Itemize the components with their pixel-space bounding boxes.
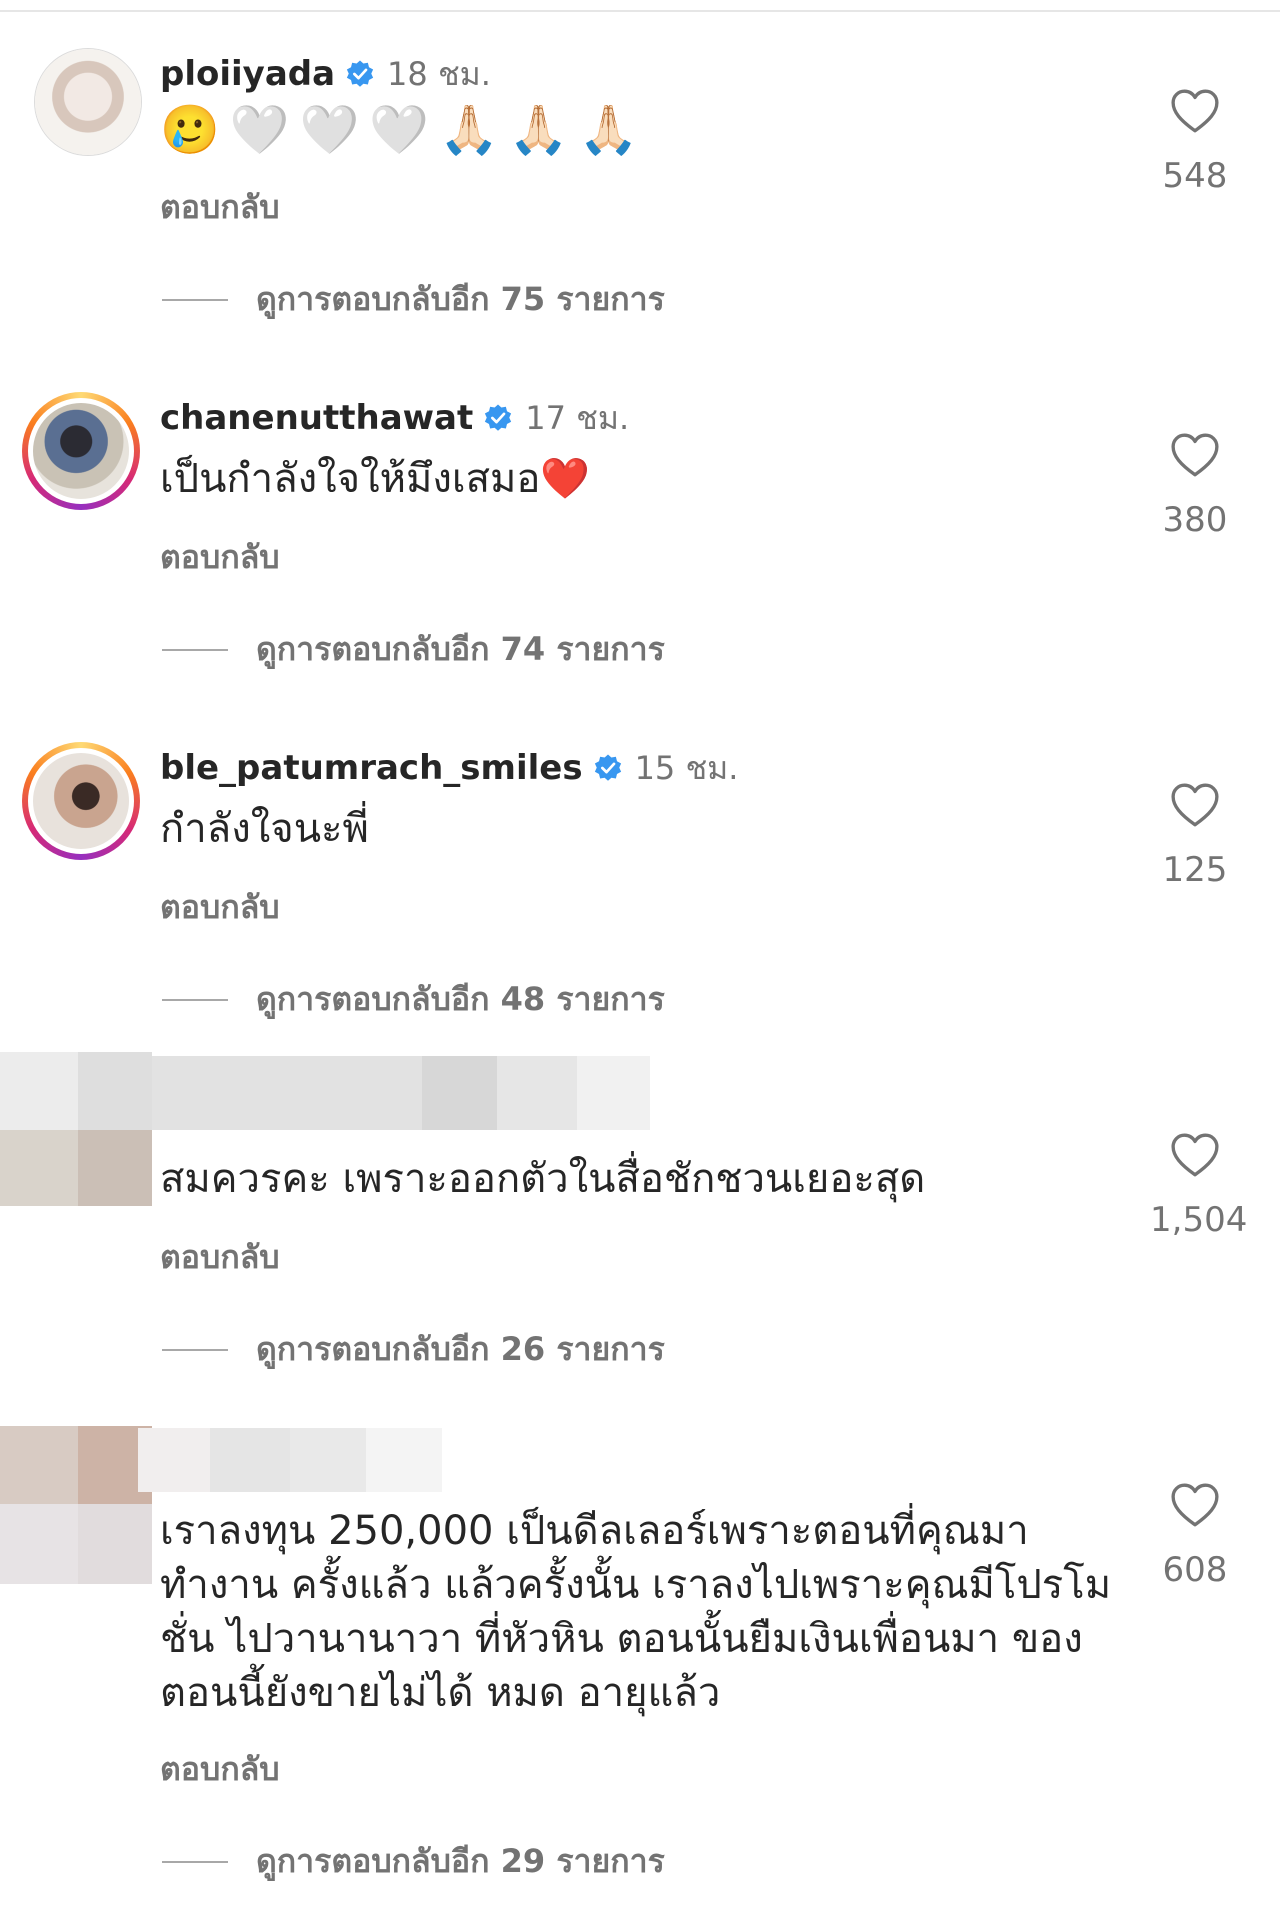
replies-divider: [162, 648, 228, 651]
replies-divider: [162, 1348, 228, 1351]
like-button[interactable]: 380: [1150, 432, 1240, 540]
verified-badge-icon: [485, 404, 512, 431]
like-button[interactable]: 1,504: [1150, 1132, 1248, 1240]
reply-button[interactable]: ตอบกลับ: [160, 1744, 280, 1795]
reply-button[interactable]: ตอบกลับ: [160, 182, 280, 233]
like-count: 125: [1162, 850, 1228, 890]
comment-time: 18 ชม.: [387, 54, 491, 93]
comment-time: 15 ชม.: [634, 748, 739, 787]
replies-divider: [162, 298, 228, 301]
verified-badge-icon: [346, 60, 374, 87]
view-more-replies[interactable]: ดูการตอบกลับอีก 48 รายการ: [162, 974, 665, 1025]
like-button[interactable]: 608: [1150, 1482, 1240, 1590]
view-replies-label: ดูการตอบกลับอีก 29 รายการ: [256, 1842, 665, 1880]
white-heart-emoji: 🤍: [299, 102, 360, 158]
avatar[interactable]: [34, 48, 142, 156]
praying-hands-emoji: 🙏🏻: [439, 102, 499, 158]
replies-divider: [162, 998, 228, 1001]
like-button[interactable]: 125: [1150, 782, 1240, 890]
like-count: 1,504: [1150, 1200, 1248, 1240]
comment-time: 17 ชม.: [525, 398, 630, 437]
view-replies-label: ดูการตอบกลับอีก 74 รายการ: [256, 630, 665, 668]
heart-outline-icon: [1171, 89, 1219, 133]
like-button[interactable]: 548: [1150, 88, 1240, 196]
heart-outline-icon: [1171, 1483, 1219, 1527]
comment-text-line: เราลงทุน 250,000 เป็นดีลเลอร์เพราะตอนที่…: [160, 1508, 1029, 1554]
praying-hands-emoji: 🙏🏻: [578, 102, 639, 158]
replies-divider: [162, 1860, 228, 1863]
view-replies-label: ดูการตอบกลับอีก 26 รายการ: [256, 1330, 665, 1368]
praying-hands-emoji: 🙏🏻: [508, 102, 569, 158]
username[interactable]: ble_patumrach_smiles: [160, 748, 583, 788]
heart-outline-icon: [1171, 1133, 1219, 1177]
view-replies-label: ดูการตอบกลับอีก 75 รายการ: [256, 280, 665, 318]
white-heart-emoji: 🤍: [369, 102, 430, 158]
view-more-replies[interactable]: ดูการตอบกลับอีก 26 รายการ: [162, 1324, 665, 1375]
avatar-story-ring[interactable]: [22, 742, 140, 860]
comment-text-line: ตอนนี้ยังขายไม่ได้ หมด อายุแล้ว: [160, 1670, 721, 1716]
comment-text: กำลังใจนะพี่: [160, 806, 369, 852]
reply-button[interactable]: ตอบกลับ: [160, 882, 280, 933]
avatar-story-ring[interactable]: [22, 392, 140, 510]
heart-outline-icon: [1171, 433, 1219, 477]
view-more-replies[interactable]: ดูการตอบกลับอีก 74 รายการ: [162, 624, 665, 675]
sad-smile-emoji: 🥲: [160, 102, 220, 158]
comment-emojis: 🥲 🤍 🤍 🤍 🙏🏻 🙏🏻 🙏🏻: [160, 102, 638, 158]
comment-text-line: ทำงาน ครั้งแล้ว แล้วครั้งนั้น เราลงไปเพร…: [160, 1562, 1112, 1608]
view-replies-label: ดูการตอบกลับอีก 48 รายการ: [256, 980, 665, 1018]
like-count: 380: [1162, 500, 1228, 540]
username[interactable]: chanenutthawat: [160, 398, 473, 438]
view-more-replies[interactable]: ดูการตอบกลับอีก 75 รายการ: [162, 274, 665, 325]
heart-outline-icon: [1171, 783, 1219, 827]
username[interactable]: ploiiyada: [160, 54, 335, 94]
comment-text: สมควรคะ เพราะออกตัวในสื่อชักชวนเยอะสุด: [160, 1156, 926, 1202]
verified-badge-icon: [594, 754, 621, 781]
white-heart-emoji: 🤍: [229, 102, 290, 158]
comment-text: เป็นกำลังใจให้มึงเสมอ❤️: [160, 456, 591, 502]
view-more-replies[interactable]: ดูการตอบกลับอีก 29 รายการ: [162, 1836, 665, 1887]
reply-button[interactable]: ตอบกลับ: [160, 532, 280, 583]
comment-text-line: ชั่น ไปวานานาวา ที่หัวหิน ตอนนั้นยืมเงิน…: [160, 1616, 1083, 1662]
like-count: 548: [1162, 156, 1228, 196]
reply-button[interactable]: ตอบกลับ: [160, 1232, 280, 1283]
like-count: 608: [1162, 1550, 1228, 1590]
top-divider: [0, 10, 1280, 12]
